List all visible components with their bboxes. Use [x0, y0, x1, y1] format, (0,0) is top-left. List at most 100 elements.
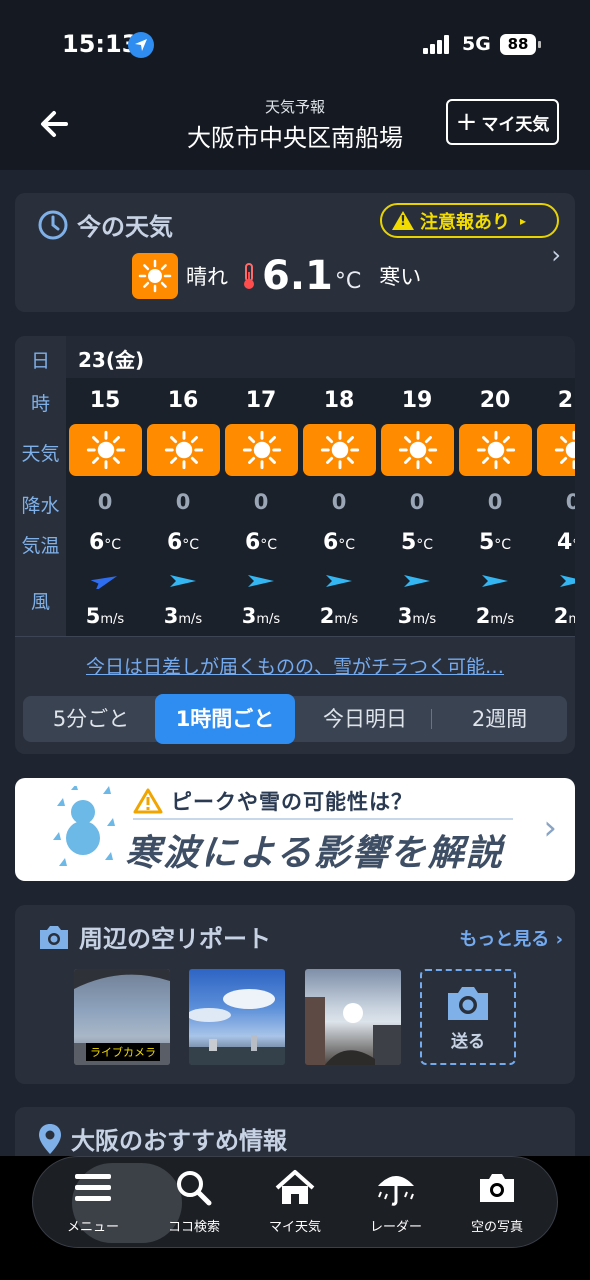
forecast-temp-value: 6	[88, 530, 105, 555]
forecast-temp: 6°C	[300, 530, 378, 555]
banner-title: 寒波による影響を解説	[125, 833, 504, 874]
tab-menu[interactable]: メニュー	[42, 1166, 144, 1238]
forecast-hour-column: 17 0 6°C 3m/s	[222, 378, 300, 636]
warning-icon	[133, 788, 163, 814]
wind-direction-icon	[404, 575, 430, 587]
banner-headline: ピークや雪の可能性は？	[171, 790, 413, 814]
current-weather-heading: 今の天気	[37, 207, 173, 242]
label-temp: 気温	[21, 535, 60, 557]
forecast-temp-value: 4	[556, 530, 573, 555]
status-bar: 15:13 5G 88	[0, 0, 590, 88]
sun-icon	[132, 253, 178, 299]
add-my-weather-button[interactable]: + マイ天気	[446, 99, 559, 145]
forecast-wind: 3m/s	[222, 604, 300, 628]
forecast-summary-link[interactable]: 今日は日差しが届くものの、雪がチラつく可能…	[15, 652, 575, 679]
camera-icon	[40, 925, 68, 949]
tab-today-tomorrow[interactable]: 今日明日	[299, 696, 431, 742]
tab-radar[interactable]: レーダー	[345, 1166, 447, 1238]
alert-label: 注意報あり	[420, 211, 510, 233]
forecast-temp-unit: °C	[260, 537, 278, 553]
tab-label: マイ天気	[268, 1220, 321, 1235]
sky-photo-thumbnail[interactable]	[305, 969, 401, 1065]
tab-my-weather[interactable]: マイ天気	[244, 1166, 346, 1238]
tab-hourly[interactable]: 1時間ごと	[155, 694, 295, 744]
my-weather-label: マイ天気	[481, 114, 550, 135]
tab-label: メニュー	[66, 1220, 119, 1235]
sky-report-heading: 周辺の空リポート	[37, 919, 271, 954]
forecast-wind: 3m/s	[378, 604, 456, 628]
sky-photo-thumbnail[interactable]	[189, 969, 285, 1065]
camera-icon	[477, 1166, 517, 1210]
live-camera-badge: ライブカメラ	[86, 1043, 160, 1061]
divider	[15, 636, 575, 637]
hourly-forecast-card: 日 時 天気 降水 気温 風 23(金) 15 0 6°C 5m/s 16 0 6°C 3m/…	[15, 336, 575, 754]
forecast-wind-unit: m/s	[334, 612, 359, 627]
forecast-wind-unit: m/s	[100, 612, 125, 627]
more-link-label: もっと見る	[459, 929, 550, 950]
forecast-wind-value: 5	[85, 604, 101, 628]
forecast-hour-column: 19 0 5°C 3m/s	[378, 378, 456, 636]
forecast-hour-column: 21 0 4°C 2m/s	[534, 378, 575, 636]
current-weather-card[interactable]: 今の天気 注意報あり ▸ › 晴れ 6.1 °C 寒い	[15, 193, 575, 312]
menu-icon	[73, 1166, 113, 1210]
current-weather-title: 今の天気	[77, 213, 173, 241]
forecast-wind: 2m/s	[456, 604, 534, 628]
signal-icon	[423, 34, 453, 54]
forecast-interval-tabs: 5分ごと 1時間ごと 今日明日 2週間	[23, 694, 567, 744]
temperature-unit: °C	[334, 268, 362, 294]
forecast-hour-column: 15 0 6°C 5m/s	[66, 378, 144, 636]
osaka-heading: 大阪のおすすめ情報	[37, 1121, 287, 1156]
more-link[interactable]: もっと見る ›	[459, 925, 563, 951]
tab-2weeks[interactable]: 2週間	[432, 696, 567, 742]
forecast-wind-unit: m/s	[412, 612, 437, 627]
forecast-hour-column: 16 0 6°C 3m/s	[144, 378, 222, 636]
tab-search[interactable]: ココ検索	[143, 1166, 245, 1238]
current-conditions: 晴れ 6.1 °C 寒い	[132, 253, 421, 299]
forecast-wind: 3m/s	[144, 604, 222, 628]
forecast-temp-value: 6	[166, 530, 183, 555]
forecast-temp-value: 5	[478, 530, 495, 555]
forecast-wind: 2m/s	[300, 604, 378, 628]
forecast-hour: 21	[557, 388, 575, 413]
forecast-wind-unit: m/s	[178, 612, 203, 627]
wind-direction-icon	[248, 575, 274, 587]
label-weather: 天気	[21, 443, 60, 465]
forecast-precip: 0	[409, 490, 425, 514]
wind-direction-icon	[560, 575, 575, 587]
tab-sky-photos[interactable]: 空の写真	[446, 1166, 548, 1238]
forecast-precip: 0	[253, 490, 269, 514]
tab-5min[interactable]: 5分ごと	[23, 696, 159, 742]
wind-direction-icon	[326, 575, 352, 587]
osaka-title: 大阪のおすすめ情報	[71, 1127, 287, 1155]
sun-icon	[459, 424, 532, 476]
feels-like-text: 寒い	[379, 265, 422, 289]
forecast-wind-unit: m/s	[256, 612, 281, 627]
wind-direction-icon	[482, 575, 508, 587]
forecast-wind-value: 3	[397, 604, 413, 628]
network-type: 5G	[462, 33, 491, 55]
status-time: 15:13	[62, 30, 139, 58]
banner-divider	[133, 818, 513, 820]
current-temperature: 6.1	[262, 253, 333, 299]
forecast-day-row: 23(金)	[66, 336, 575, 378]
alert-badge[interactable]: 注意報あり ▸	[380, 203, 559, 238]
camera-icon	[448, 986, 488, 1020]
chevron-right-icon: ›	[551, 241, 561, 269]
forecast-temp-value: 5	[400, 530, 417, 555]
warning-icon	[392, 211, 414, 230]
location-pin-icon	[39, 1123, 61, 1154]
forecast-temp-value: 6	[244, 530, 261, 555]
sky-photo-thumbnail[interactable]: ライブカメラ	[74, 969, 170, 1065]
forecast-hour: 20	[479, 388, 511, 413]
forecast-day: 23(金)	[78, 348, 145, 372]
tab-label: ココ検索	[167, 1220, 220, 1235]
forecast-precip: 0	[331, 490, 347, 514]
chevron-right-icon: ▸	[520, 213, 527, 228]
forecast-temp-unit: °C	[494, 537, 512, 553]
label-day: 日	[30, 350, 50, 372]
send-photo-button[interactable]: 送る	[420, 969, 516, 1065]
forecast-temp: 4°C	[534, 530, 575, 555]
forecast-grid[interactable]: 23(金) 15 0 6°C 5m/s 16 0 6°C 3m/s 17 0 6°C 3m/s 18 0 6…	[66, 336, 575, 636]
forecast-hour-column: 18 0 6°C 2m/s	[300, 378, 378, 636]
cold-wave-banner[interactable]: ピークや雪の可能性は？ 寒波による影響を解説 ›	[15, 778, 575, 881]
